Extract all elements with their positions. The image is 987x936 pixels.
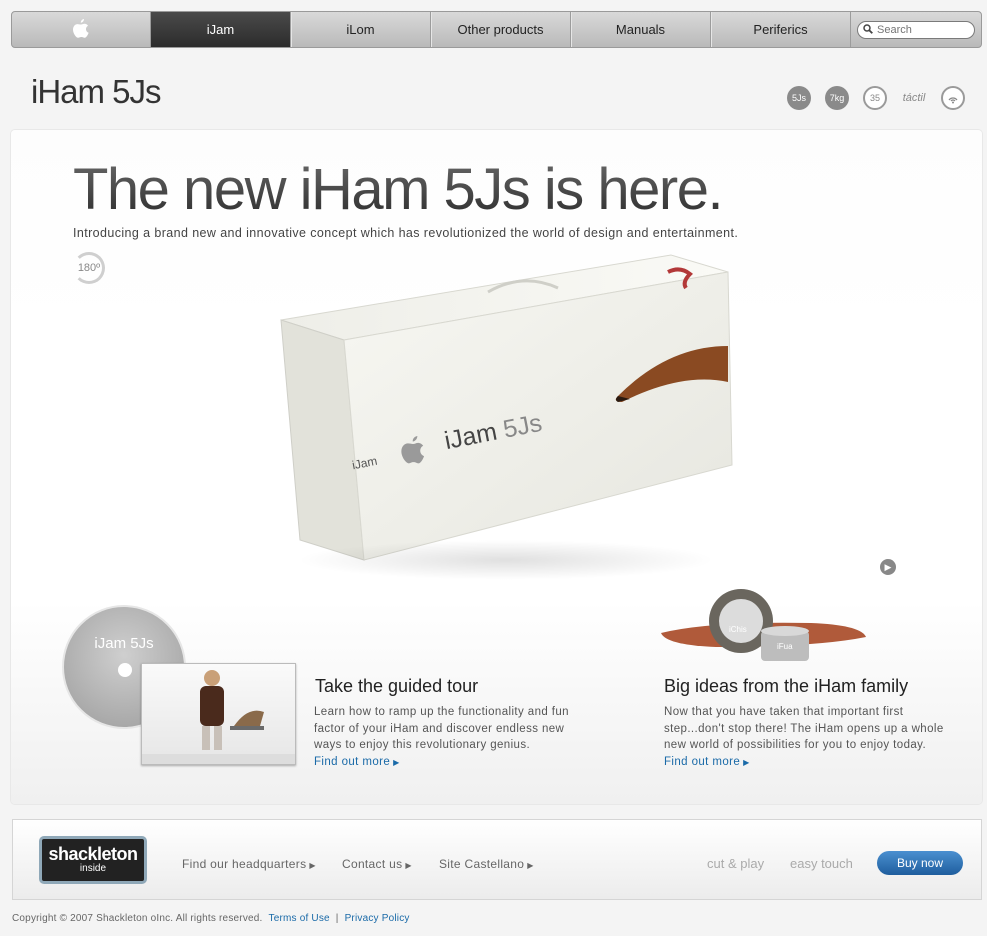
nav-item-ilom[interactable]: iLom	[291, 12, 431, 47]
box-shadow	[296, 540, 716, 580]
next-slide-button[interactable]: ▶	[880, 559, 896, 575]
site-castellano-link[interactable]: Site Castellano ▶	[439, 857, 534, 871]
guided-tour-link[interactable]: Find out more ▶	[314, 756, 400, 768]
footer-separator: |	[335, 913, 339, 924]
box-apple-icon	[398, 436, 428, 473]
spec-icons: 5Js 7kg 35 táctil	[787, 86, 965, 110]
presenter-figure	[200, 670, 264, 750]
ham-family-link[interactable]: Find out more ▶	[664, 756, 750, 768]
guided-tour-text: Learn how to ramp up the functionality a…	[314, 706, 569, 751]
ham-family-text: Now that you have taken that important f…	[664, 706, 944, 751]
nav-item-periferics[interactable]: Periferics	[711, 12, 851, 47]
video-controls[interactable]	[142, 754, 295, 764]
wireless-icon	[941, 86, 965, 110]
hero-panel: The new iHam 5Js is here. Introducing a …	[11, 130, 982, 804]
hero-subtitle: Introducing a brand new and innovative c…	[73, 226, 739, 240]
privacy-policy-link[interactable]: Privacy Policy	[345, 913, 410, 924]
top-nav: iJam iLom Other products Manuals Perifer…	[11, 11, 982, 48]
product-box-image: iJam 5Js iJam	[276, 250, 746, 580]
copyright-text: Copyright © 2007 Shackleton oInc. All ri…	[12, 913, 263, 924]
search-icon	[863, 21, 873, 39]
spec-tactil-icon: táctil	[902, 92, 926, 104]
footer-bar: shackleton inside Find our headquarters ▶…	[12, 819, 982, 900]
badge-sub: inside	[79, 863, 107, 874]
shackleton-inside-badge[interactable]: shackleton inside	[39, 836, 147, 884]
spec-slices-icon: 35	[863, 86, 887, 110]
ichis-label: iChis	[729, 625, 747, 634]
nav-item-other-products[interactable]: Other products	[431, 12, 571, 47]
ham-family-title: Big ideas from the iHam family	[664, 676, 909, 696]
nav-item-manuals[interactable]: Manuals	[571, 12, 711, 47]
buy-now-button[interactable]: Buy now	[877, 851, 963, 875]
apple-logo-icon[interactable]	[12, 12, 151, 47]
rotate-360-icon[interactable]: 180º	[73, 252, 105, 284]
copyright-line: Copyright © 2007 Shackleton oInc. All ri…	[12, 913, 410, 924]
nav-item-ijam[interactable]: iJam	[151, 12, 291, 47]
disc-hole	[118, 663, 132, 677]
hero-headline: The new iHam 5Js is here.	[73, 157, 724, 222]
guided-tour-video-thumbnail[interactable]	[141, 663, 296, 765]
search-area	[851, 12, 981, 47]
cut-and-play-mark: cut & play	[707, 856, 765, 871]
badge-title: shackleton	[48, 844, 138, 864]
contact-us-link[interactable]: Contact us ▶	[342, 857, 412, 871]
search-box[interactable]	[857, 20, 975, 39]
guided-tour-title: Take the guided tour	[315, 676, 479, 696]
ifua-label: iFua	[777, 642, 793, 651]
page-title: iHam 5Js	[31, 73, 162, 110]
spec-5js-icon: 5Js	[787, 86, 811, 110]
ham-family-illustration	[661, 589, 866, 661]
disc-title: iJam 5Js	[94, 635, 154, 652]
easy-touch-mark: easy touch	[790, 856, 853, 871]
product-box-illustration	[280, 254, 733, 561]
terms-of-use-link[interactable]: Terms of Use	[269, 913, 330, 924]
spec-weight-icon: 7kg	[825, 86, 849, 110]
search-input[interactable]	[877, 23, 967, 36]
ham-family-products-image: iChis iFua	[657, 585, 869, 665]
find-headquarters-link[interactable]: Find our headquarters ▶	[182, 857, 316, 871]
